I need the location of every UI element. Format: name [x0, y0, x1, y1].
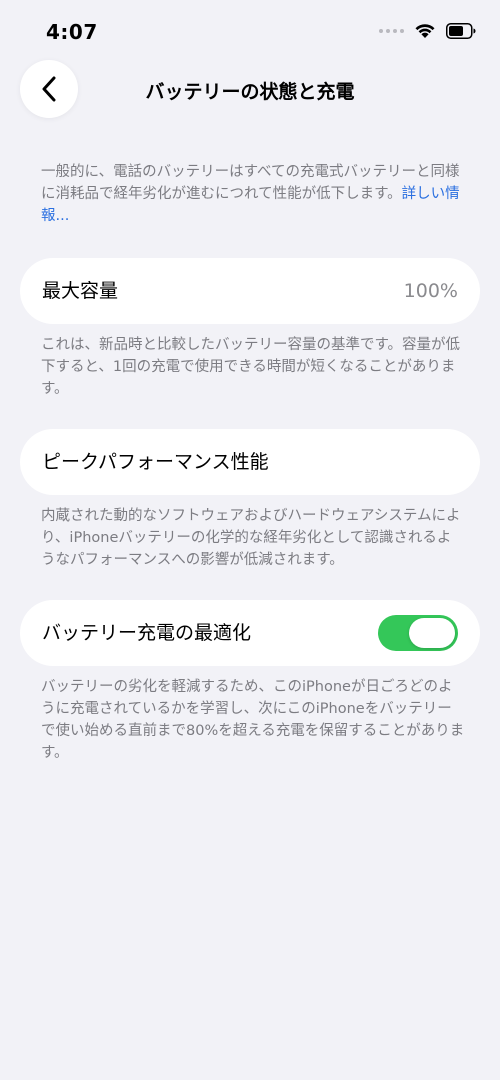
max-capacity-label: 最大容量 — [42, 280, 119, 302]
battery-icon — [446, 22, 476, 39]
optimized-charging-row: バッテリー充電の最適化 — [20, 600, 480, 666]
peak-performance-label: ピークパフォーマンス性能 — [42, 451, 269, 473]
peak-performance-description: 内蔵された動的なソフトウェアおよびハードウェアシステムにより、iPhoneバッテ… — [41, 508, 461, 568]
max-capacity-value: 100% — [403, 280, 458, 302]
page-title: バッテリーの状態と充電 — [145, 81, 355, 103]
max-capacity-description: これは、新品時と比較したバッテリー容量の基準です。容量が低下すると、1回の充電で… — [41, 337, 461, 397]
optimized-charging-toggle[interactable] — [378, 615, 458, 651]
signal-icon — [379, 28, 404, 33]
toggle-knob — [409, 618, 455, 648]
status-bar: 4:07 — [0, 0, 500, 60]
navigation-bar: バッテリーの状態と充電 — [0, 60, 500, 120]
peak-performance-row: ピークパフォーマンス性能 — [20, 429, 480, 495]
intro-text: 一般的に、電話のバッテリーはすべての充電式バッテリーと同様に消耗品で経年劣化が進… — [41, 164, 460, 202]
max-capacity-row: 最大容量 100% — [20, 258, 480, 324]
intro-description: 一般的に、電話のバッテリーはすべての充電式バッテリーと同様に消耗品で経年劣化が進… — [41, 161, 465, 227]
optimized-charging-label: バッテリー充電の最適化 — [42, 622, 252, 644]
status-time: 4:07 — [46, 20, 98, 44]
wifi-icon — [415, 24, 435, 38]
optimized-charging-description: バッテリーの劣化を軽減するため、このiPhoneが日ごろどのように充電されている… — [41, 679, 465, 761]
status-icons — [379, 22, 476, 39]
